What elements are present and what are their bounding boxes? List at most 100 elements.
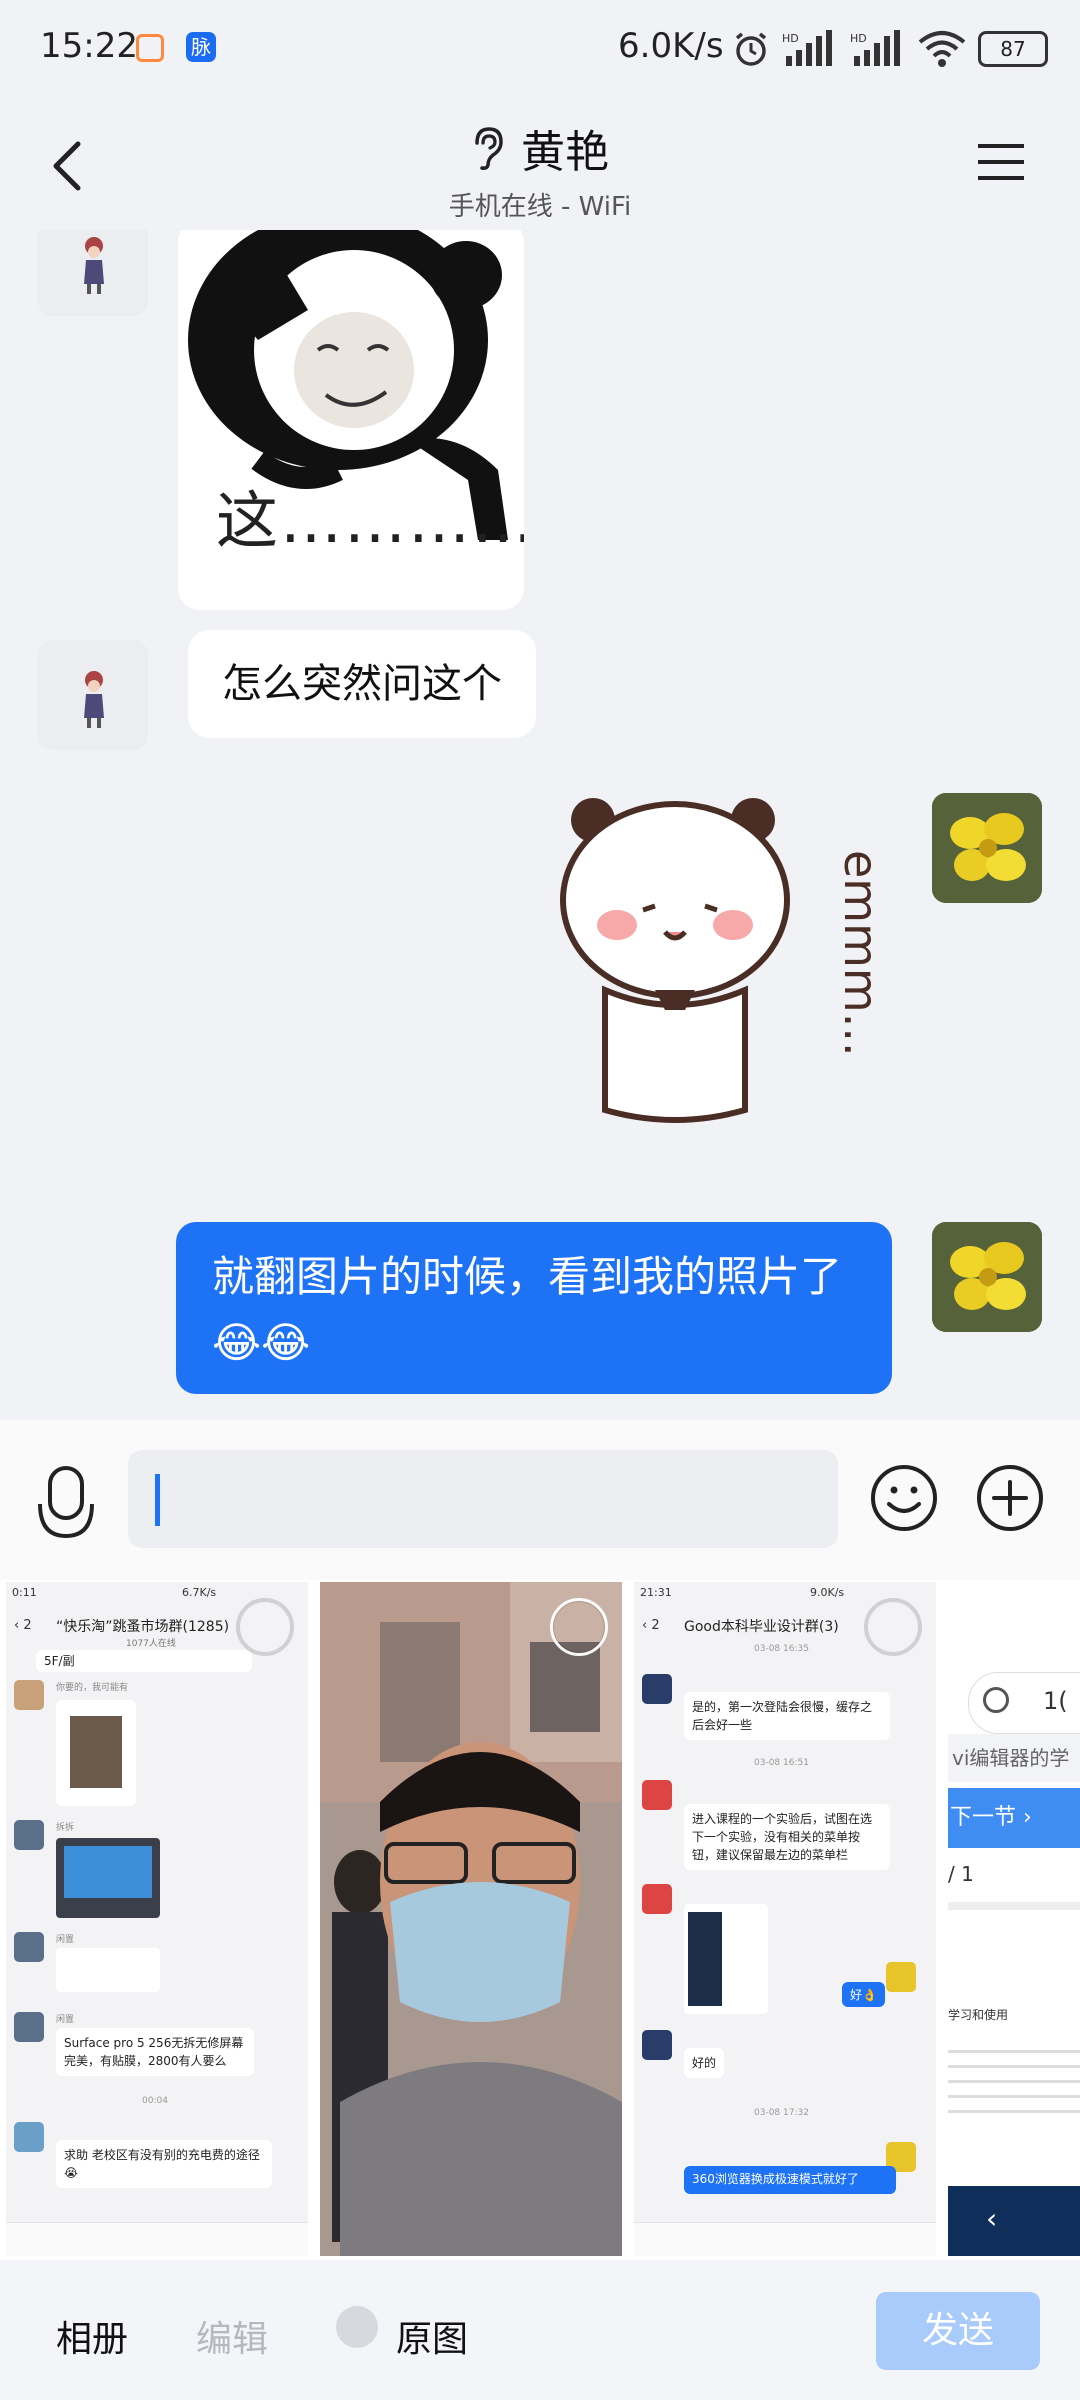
wifi-icon [918,31,966,67]
photo-thumbnail-4[interactable]: 1( vi编辑器的学 下一节 › / 1 学习和使用 ‹ [948,1582,1080,2256]
thumb1-sender-2: 拆拆 [56,1823,75,1833]
thumb1-title: “快乐淘”跳蚤市场群(1285) [56,1619,230,1635]
thumb1-timestamp: 00:04 [142,2096,168,2106]
thumb4-page: / 1 [948,1862,974,1886]
message-list[interactable]: 这………… 怎么突然问这个 emmm... 就翻图片的时候，看到我的照片了😂😂 [0,230,1080,1420]
notification-maimai-icon: 脉 [186,32,216,62]
photo-thumbnail-1[interactable]: 0:11 6.7K/s ‹ 2 “快乐淘”跳蚤市场群(1285) 1077人在线… [6,1582,308,2256]
photo-thumbnail-3[interactable]: 21:31 9.0K/s ‹ 2 Good本科毕业设计群(3) 03-08 16… [634,1582,936,2256]
thumb3-inputbar [634,2222,936,2256]
thumb3-avatar-1 [642,1674,672,1704]
thumb1-message-1: Surface pro 5 256无拆无修屏幕完美，有贴膜，2800有人要么 [56,2028,254,2076]
contact-name: 黄艳 [521,127,609,178]
select-circle-1[interactable] [236,1598,294,1656]
text-caret [155,1474,160,1526]
message-input[interactable] [128,1450,838,1548]
menu-icon[interactable] [978,140,1024,184]
thumb4-frag-3: 学习和使用 [948,2008,1009,2022]
bear-emmm-sticker: emmm... [560,798,888,1123]
alarm-icon [735,32,767,66]
thumb1-speed: 6.7K/s [182,1586,217,1599]
thumb3-message-2: 进入课程的一个实验后，试图在选下一个实验，没有相关的菜单按钮，建议保留最左边的菜… [684,1804,890,1870]
contact-avatar-2[interactable] [38,640,148,750]
select-circle-2[interactable] [550,1598,608,1656]
contact-title-row[interactable]: 黄艳 [471,116,609,180]
thumb3-image [684,1904,768,2014]
photo-picker[interactable]: 0:11 6.7K/s ‹ 2 “快乐淘”跳蚤市场群(1285) 1077人在线… [0,1580,1080,2260]
signal-hd-label: HD [782,32,799,45]
thumb1-message-2: 求助 老校区有没有别的充电费的途径😭 [56,2140,272,2188]
original-image-radio[interactable] [336,2306,378,2348]
plus-icon[interactable] [974,1462,1046,1534]
battery-indicator: 87 [978,31,1048,67]
thumb1-avatar-2 [14,1820,44,1850]
ear-icon [475,127,503,170]
signal-hd-icon: HD [782,30,832,66]
thumb1-subtitle: 1077人在线 [126,1639,176,1649]
sticker-message-panda[interactable]: 这………… [178,230,524,610]
thumb4-frag-1: 1( [1043,1687,1068,1715]
select-circle-3[interactable] [864,1598,922,1656]
thumb3-avatar-2 [642,1780,672,1810]
flower-avatar-icon [932,793,1042,903]
thumb1-inputbar [6,2222,308,2256]
sticker-caption: 这………… [216,484,524,557]
thumb1-sender-1: 你要的，我可能有 [56,1683,129,1693]
chat-header: 黄艳 手机在线 - WiFi [0,100,1080,230]
microphone-icon[interactable] [36,1464,96,1544]
photo-thumbnail-2[interactable] [320,1582,622,2256]
sticker-message-bear[interactable]: emmm... [545,790,888,1180]
thumb3-ts-1: 03-08 16:35 [754,1644,809,1654]
thumb3-time: 21:31 [640,1586,672,1599]
status-bar: 15:22 脉 6.0K/s HD HD 87 [0,0,1080,100]
thumb4-footer: ‹ [948,2186,1080,2256]
thumb1-image-2 [56,1838,160,1918]
thumb4-frag-2: vi编辑器的学 [948,1734,1080,1782]
selfie-photo [320,1582,622,2256]
thumb3-message-5: 360浏览器换成极速模式就好了 [684,2166,896,2194]
notification-app-icon [136,34,164,62]
thumb1-image-3 [56,1948,160,1992]
my-avatar[interactable] [932,793,1042,903]
smile-icon[interactable] [868,1462,940,1534]
received-text-message[interactable]: 怎么突然问这个 [188,630,536,738]
thumb1-avatar-3 [14,1932,44,1962]
thumb3-message-1: 是的，第一次登陆会很慢，缓存之后会好一些 [684,1692,890,1740]
thumb4-body-lines [948,2038,1080,2188]
bear-sticker-caption: emmm... [834,850,885,1057]
thumb1-sender-4: 闲置 [56,2015,75,2025]
thumb1-avatar-4 [14,2012,44,2042]
thumb4-search: 1( [968,1672,1080,1734]
contact-avatar[interactable] [38,230,148,316]
thumb4-next-button: 下一节 › [948,1788,1080,1848]
thumb3-avatar-4 [642,2030,672,2060]
my-avatar-2[interactable] [932,1222,1042,1332]
thumb4-divider [948,1902,1080,1910]
thumb3-title: Good本科毕业设计群(3) [684,1619,839,1635]
status-time: 15:22 [40,26,138,66]
header-title-block: 黄艳 手机在线 - WiFi [0,116,1080,223]
girl-avatar-icon [84,237,104,294]
thumb1-image-1 [56,1700,136,1806]
signal-hd-icon-2: HD [850,30,900,66]
thumb3-own-avatar [886,1962,916,1992]
signal-hd-label-2: HD [850,32,867,45]
girl-avatar-icon-2 [84,671,104,728]
thumb3-back: ‹ 2 [642,1618,660,1633]
thumb3-ts-2: 03-08 16:51 [754,1758,809,1768]
picker-bottom-bar: 相册 编辑 原图 发送 [0,2260,1080,2400]
thumb3-message-4: 好的 [684,2048,725,2078]
album-button[interactable]: 相册 [56,2310,128,2362]
thumb3-avatar-3 [642,1884,672,1914]
original-image-label[interactable]: 原图 [396,2310,468,2362]
sent-text-message[interactable]: 就翻图片的时候，看到我的照片了😂😂 [176,1222,892,1394]
status-icons: HD HD 87 [732,24,1048,74]
edit-button[interactable]: 编辑 [196,2310,268,2362]
thumb3-message-3: 好👌 [842,1982,885,2007]
send-button[interactable]: 发送 [876,2292,1040,2370]
thumb3-speed: 9.0K/s [810,1586,845,1599]
thumb1-avatar-1 [14,1680,44,1710]
flower-avatar-icon-2 [932,1222,1042,1332]
thumb1-back: ‹ 2 [14,1618,32,1633]
network-speed: 6.0K/s [618,26,724,66]
